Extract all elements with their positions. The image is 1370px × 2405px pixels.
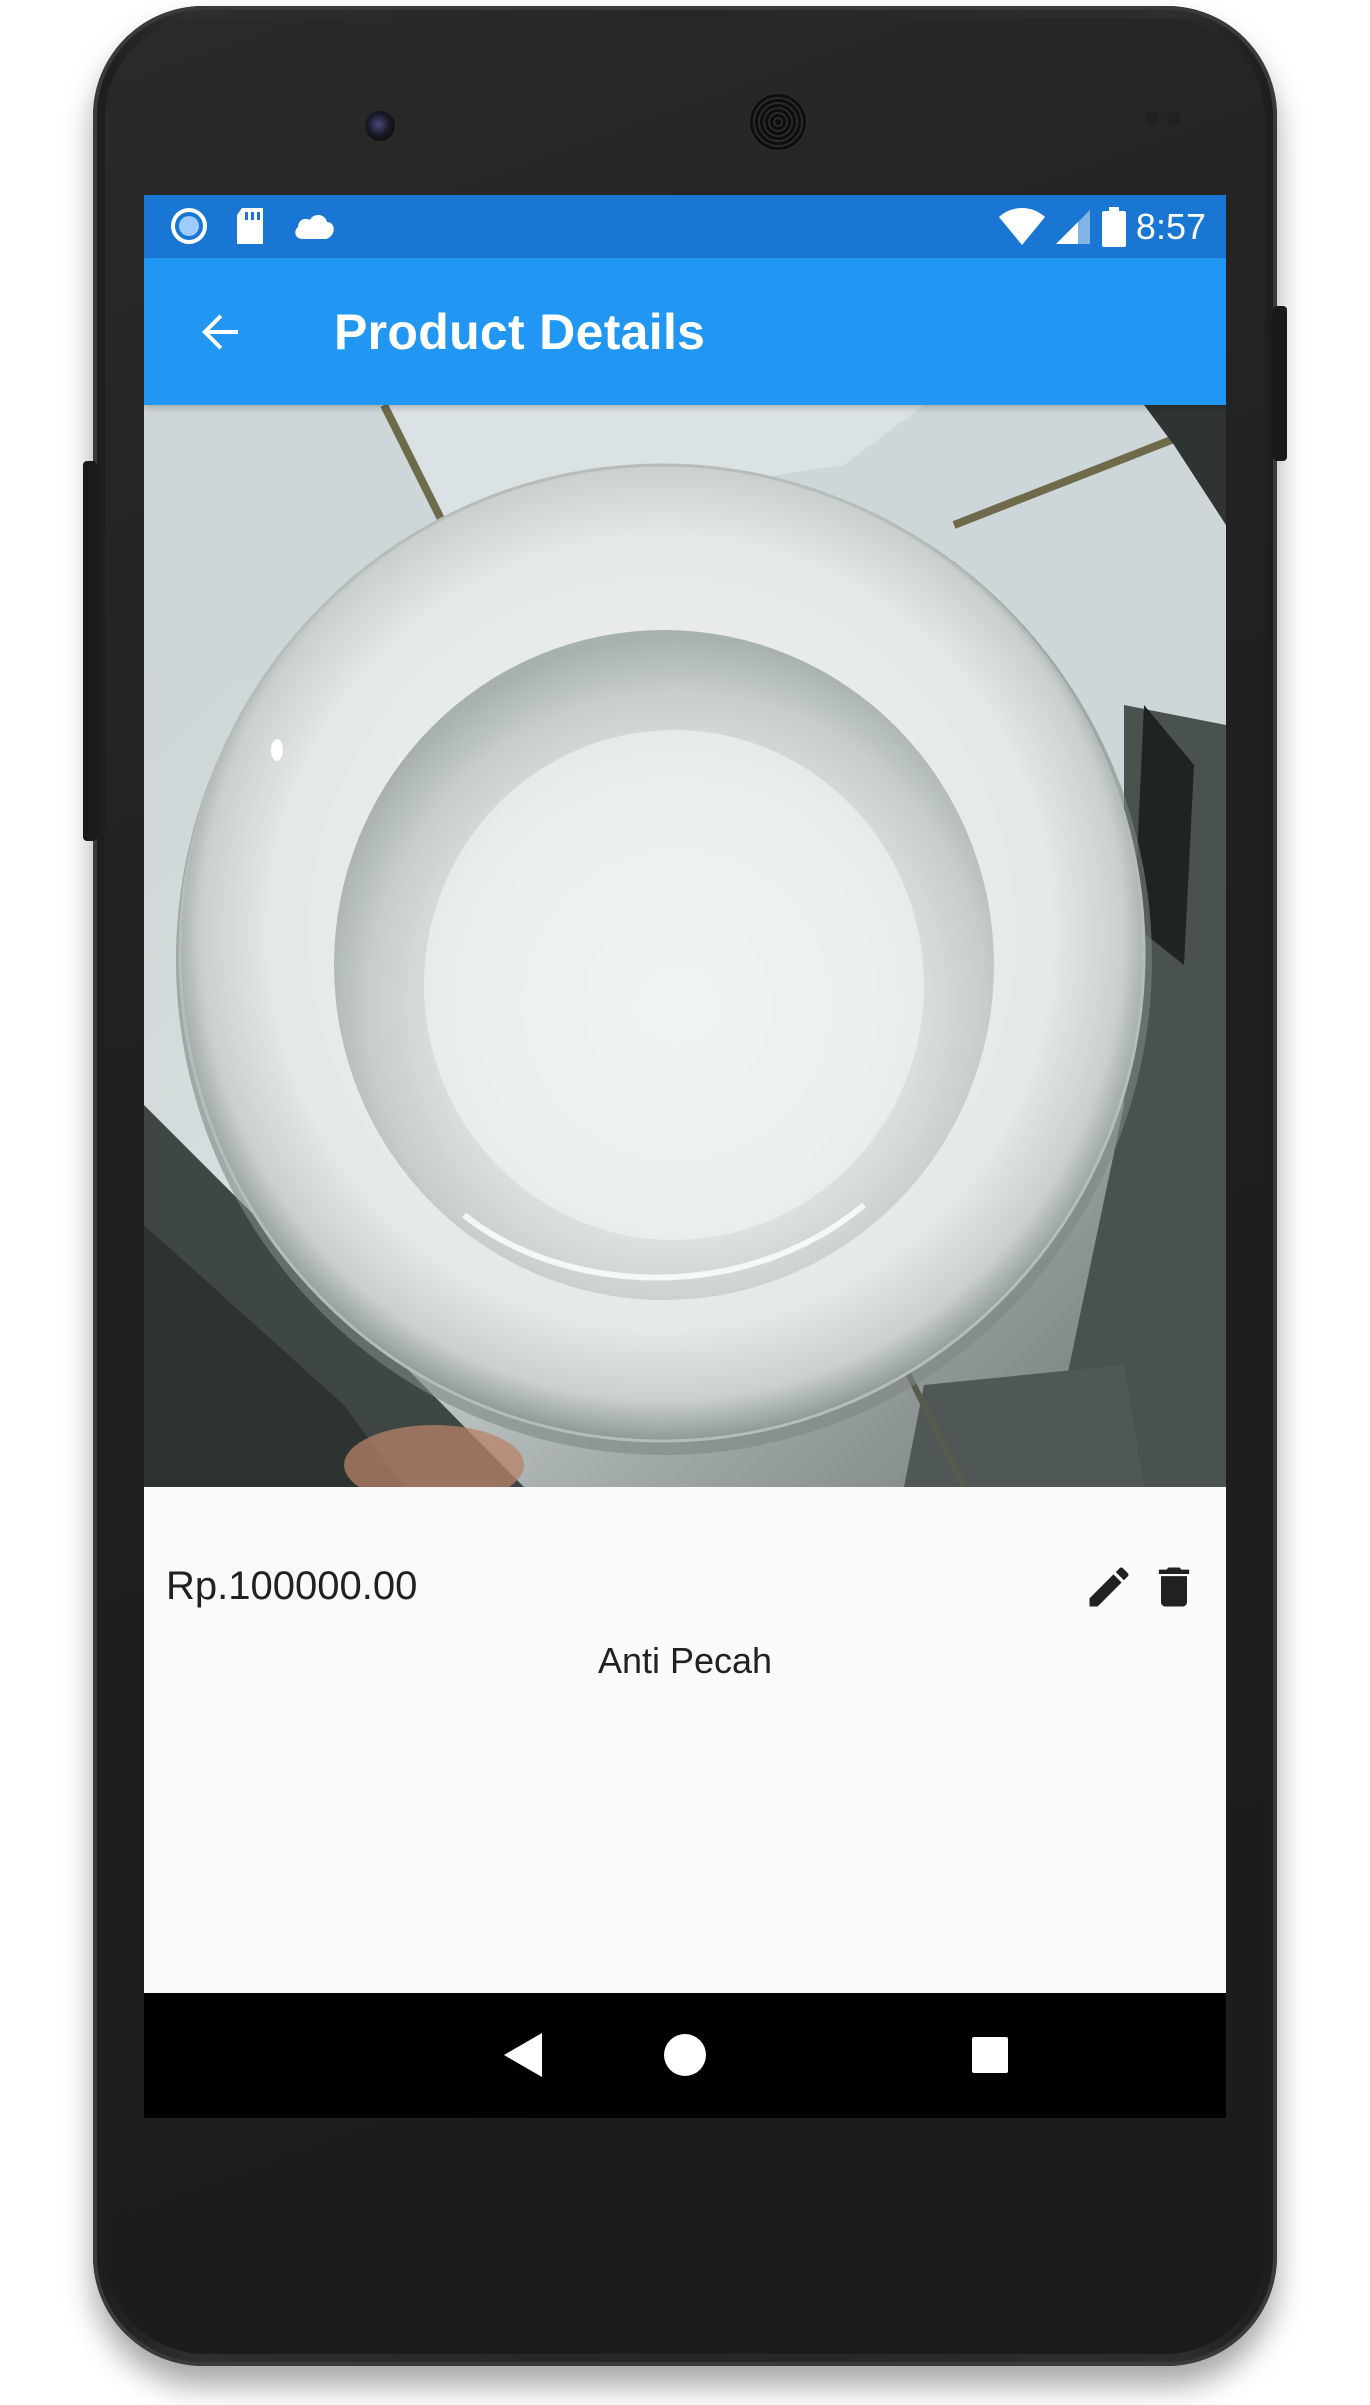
product-image: [144, 405, 1226, 1487]
delete-button[interactable]: [1144, 1557, 1204, 1617]
nav-recents-button[interactable]: [950, 2015, 1030, 2095]
status-bar: 8:57: [144, 195, 1226, 258]
product-description: Anti Pecah: [597, 1640, 773, 1681]
pencil-icon: [1089, 1567, 1129, 1607]
app-bar: Product Details: [144, 258, 1226, 405]
cloud-icon: [292, 211, 336, 241]
nav-back-button[interactable]: [484, 2015, 564, 2095]
system-nav-bar: [144, 1993, 1226, 2118]
status-left-icons: [170, 207, 362, 245]
cell-signal-icon: [1054, 208, 1092, 246]
battery-icon: [1100, 206, 1128, 248]
volume-button: [83, 461, 97, 841]
sd-card-icon: [234, 207, 266, 245]
wifi-icon: [998, 207, 1046, 247]
page-title: Product Details: [334, 304, 706, 360]
arrow-left-icon: [202, 314, 238, 350]
home-circle-icon: [664, 2034, 706, 2076]
sync-circle-icon: [170, 207, 208, 245]
earpiece-speaker: [748, 92, 808, 152]
back-triangle-icon: [504, 2033, 542, 2077]
status-right-icons: 8:57: [990, 203, 1206, 251]
edit-button[interactable]: [1079, 1557, 1139, 1617]
proximity-sensors: [1145, 112, 1195, 126]
recents-square-icon: [972, 2037, 1008, 2073]
screen: 8:57 Product Details Rp.100000.00 Anti P…: [144, 195, 1226, 2118]
product-price: Rp.100000.00: [166, 1564, 418, 1608]
nav-home-button[interactable]: [645, 2015, 725, 2095]
power-button: [1273, 306, 1287, 461]
back-button[interactable]: [184, 296, 256, 368]
status-time: 8:57: [1135, 206, 1206, 247]
trash-icon: [1158, 1567, 1190, 1607]
front-camera: [365, 111, 395, 141]
